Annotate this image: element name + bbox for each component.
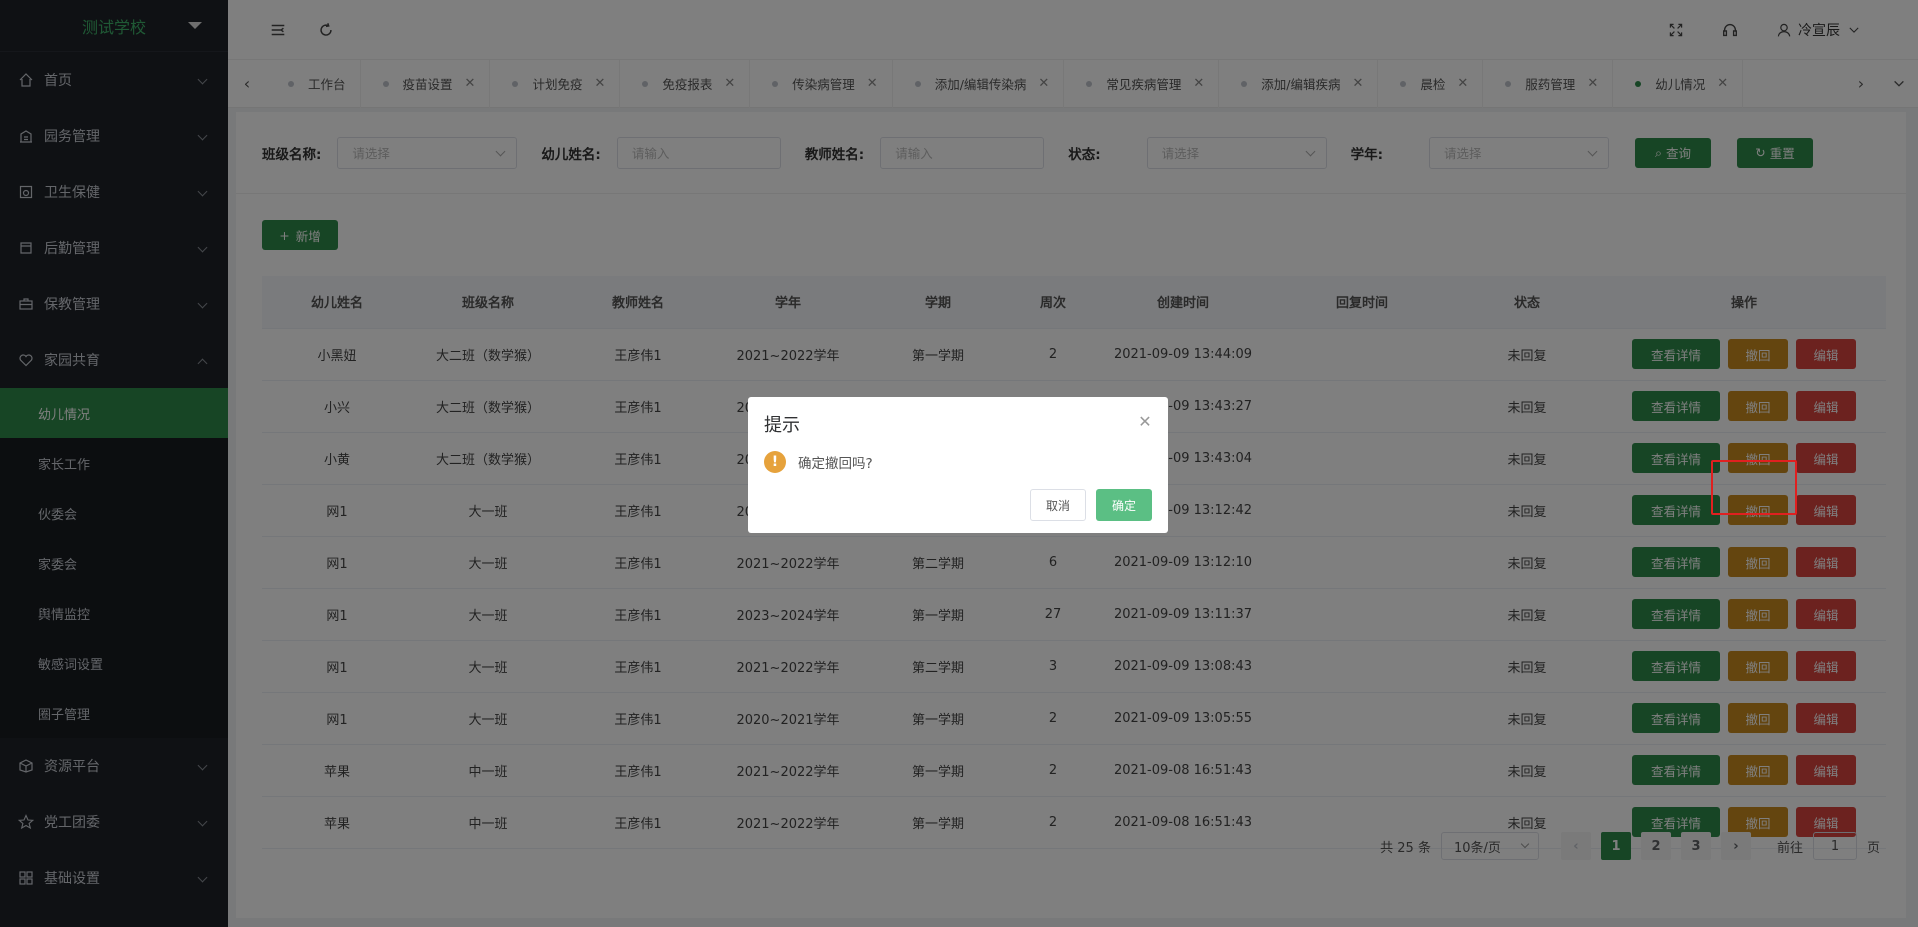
dialog-body: ! 确定撤回吗?: [764, 451, 1152, 473]
close-icon[interactable]: ✕: [1138, 414, 1152, 430]
cancel-button[interactable]: 取消: [1030, 489, 1086, 521]
dialog-title: 提示: [764, 415, 800, 436]
highlight-box: [1711, 460, 1797, 515]
confirm-button[interactable]: 确定: [1096, 489, 1152, 521]
confirm-dialog: 提示 ✕ ! 确定撤回吗? 取消 确定: [748, 397, 1168, 533]
dialog-message: 确定撤回吗?: [798, 456, 873, 472]
warning-icon: !: [764, 451, 786, 473]
dialog-footer: 取消 确定: [1030, 489, 1152, 521]
